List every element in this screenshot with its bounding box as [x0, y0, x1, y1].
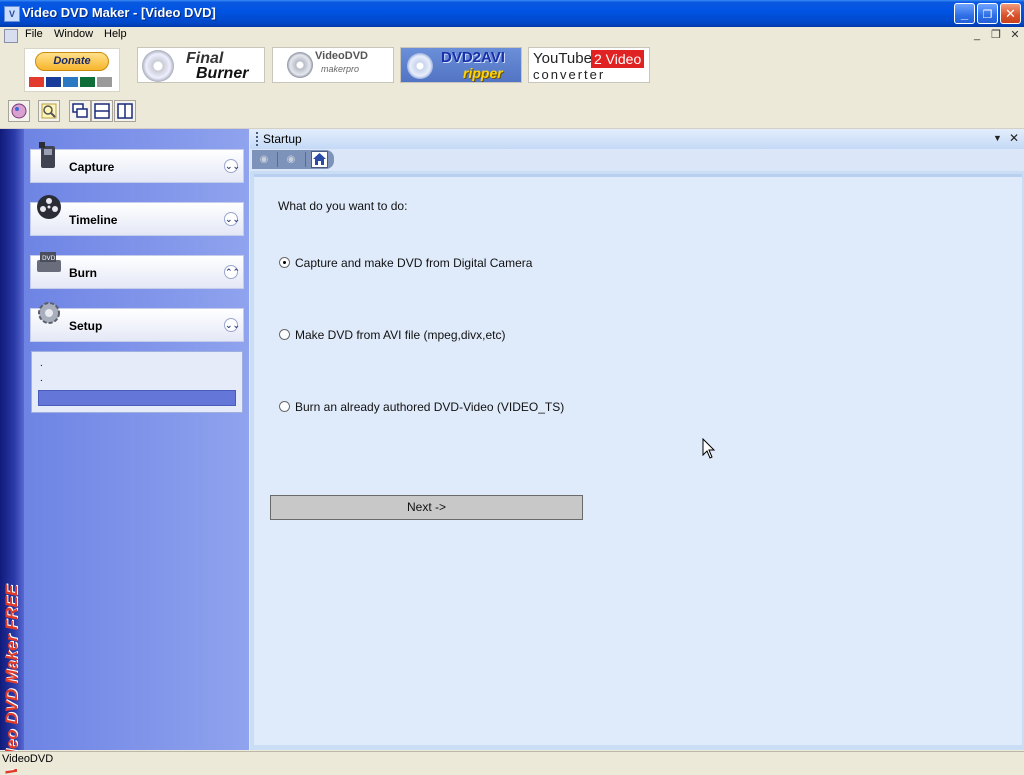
ad-videodvd-makerpro[interactable]: VideoDVD makerpro — [272, 47, 394, 83]
donate-label: Donate — [35, 52, 109, 71]
home-icon — [313, 153, 326, 165]
app-icon[interactable]: V — [4, 6, 20, 22]
ad-final-burner[interactable]: Final Burner — [137, 47, 265, 83]
menu-window[interactable]: Window — [54, 28, 93, 40]
minimize-button[interactable]: _ — [954, 3, 975, 24]
card-logos-icon — [29, 77, 115, 89]
sidebar-label-timeline: Timeline — [69, 213, 118, 227]
ad-dvd2avi-line2: ripper — [463, 65, 503, 81]
next-button[interactable]: Next -> — [270, 495, 583, 520]
toolbar-cascade-button[interactable] — [69, 100, 91, 122]
back-icon[interactable]: ◉ — [256, 152, 272, 168]
toolbar-find-button[interactable] — [38, 100, 60, 122]
nav-separator — [277, 152, 278, 167]
home-button[interactable] — [311, 151, 328, 168]
toolbar-settings-button[interactable] — [8, 100, 30, 122]
ad-youtube-2-video[interactable]: YouTube 2 Video converter — [528, 47, 650, 83]
chevron-up-icon[interactable]: ⌃⌃ — [224, 265, 240, 279]
film-reel-icon — [37, 195, 61, 219]
dvd-disc-icon — [407, 53, 433, 79]
ad-dvd2avi-line1: DVD2AVI — [441, 49, 505, 66]
palette-icon — [11, 103, 27, 119]
svg-text:DVD: DVD — [42, 255, 56, 262]
sidebar-item-capture[interactable]: Capture ⌄⌄ — [30, 142, 244, 183]
toolbar-tile-horizontal-button[interactable] — [91, 100, 113, 122]
startup-question: What do you want to do: — [278, 199, 408, 213]
chevron-down-icon[interactable]: ⌄⌄ — [224, 212, 240, 226]
sidebar-label-burn: Burn — [69, 266, 97, 280]
toolbar-tile-vertical-button[interactable] — [114, 100, 136, 122]
chevron-down-icon[interactable]: ⌄⌄ — [224, 159, 240, 173]
option-burn-label[interactable]: Burn an already authored DVD-Video (VIDE… — [295, 400, 564, 414]
option-avi-label[interactable]: Make DVD from AVI file (mpeg,divx,etc) — [295, 328, 506, 342]
cascade-windows-icon — [72, 103, 88, 118]
menu-file[interactable]: File — [25, 28, 43, 40]
status-text: VideoDVD — [2, 753, 54, 765]
navigation-strip — [250, 149, 1024, 171]
gear-icon — [38, 302, 60, 324]
forward-icon[interactable]: ◉ — [283, 152, 299, 168]
sidebar-label-setup: Setup — [69, 319, 103, 333]
mdi-close-button[interactable]: ✕ — [1008, 28, 1022, 42]
subpanel-line-1: . — [40, 358, 43, 369]
ad-videodvd-line1: VideoDVD — [315, 50, 368, 62]
donate-button[interactable]: Donate — [24, 48, 120, 92]
ad-final-burner-line2: Burner — [196, 65, 249, 82]
magnifier-icon — [41, 103, 57, 119]
sidebar-item-setup[interactable]: Setup ⌄⌄ — [30, 302, 244, 342]
ad-youtube-line2: converter — [533, 67, 606, 82]
option-capture-label[interactable]: Capture and make DVD from Digital Camera — [295, 256, 532, 270]
option-burn-radio[interactable] — [279, 401, 290, 412]
toolbar — [0, 96, 1024, 129]
document-icon[interactable] — [4, 29, 18, 43]
subpanel-line-2: . — [40, 373, 43, 384]
sidebar-item-timeline[interactable]: Timeline ⌄⌄ — [30, 195, 244, 236]
sidebar-item-burn[interactable]: DVD Burn ⌃⌃ — [30, 252, 244, 289]
tile-vertical-icon — [117, 103, 133, 119]
mdi-minimize-button[interactable]: _ — [970, 28, 984, 42]
mdi-restore-button[interactable]: ❐ — [989, 28, 1003, 42]
vertical-brand-text: Video DVD Maker FREE — [2, 584, 21, 775]
ad-youtube-line1b: 2 Video — [591, 50, 645, 68]
ad-youtube-line1: YouTube — [533, 50, 592, 67]
restore-button[interactable]: ❐ — [977, 3, 998, 24]
mouse-cursor-icon — [702, 438, 716, 459]
cd-icon — [142, 50, 174, 82]
window-title: Video DVD Maker - [Video DVD] — [22, 5, 216, 20]
option-capture-radio[interactable] — [279, 257, 290, 268]
subpanel-progress-bar[interactable] — [38, 390, 236, 406]
ad-videodvd-line2: makerpro — [321, 64, 360, 74]
close-button[interactable]: ✕ — [1000, 3, 1021, 24]
chevron-down-icon[interactable]: ⌄⌄ — [224, 318, 240, 332]
dvd-icon — [287, 52, 313, 78]
option-avi-radio[interactable] — [279, 329, 290, 340]
ad-dvd2avi-ripper[interactable]: DVD2AVI ripper — [400, 47, 522, 83]
panel-dropdown-icon[interactable]: ▼ — [993, 133, 1002, 143]
grip-icon[interactable] — [256, 132, 261, 146]
status-bar — [0, 751, 1024, 769]
startup-header — [250, 129, 1024, 150]
menu-help[interactable]: Help — [104, 28, 127, 40]
setup-subpanel: . . — [31, 351, 243, 413]
dvd-burner-icon: DVD — [37, 252, 61, 272]
sidebar-label-capture: Capture — [69, 160, 115, 174]
camcorder-icon — [39, 142, 55, 168]
panel-title: Startup — [263, 132, 302, 146]
menu-bar — [0, 27, 1024, 46]
panel-close-icon[interactable]: ✕ — [1009, 131, 1019, 145]
nav-separator — [305, 152, 306, 167]
tile-horizontal-icon — [94, 103, 110, 119]
